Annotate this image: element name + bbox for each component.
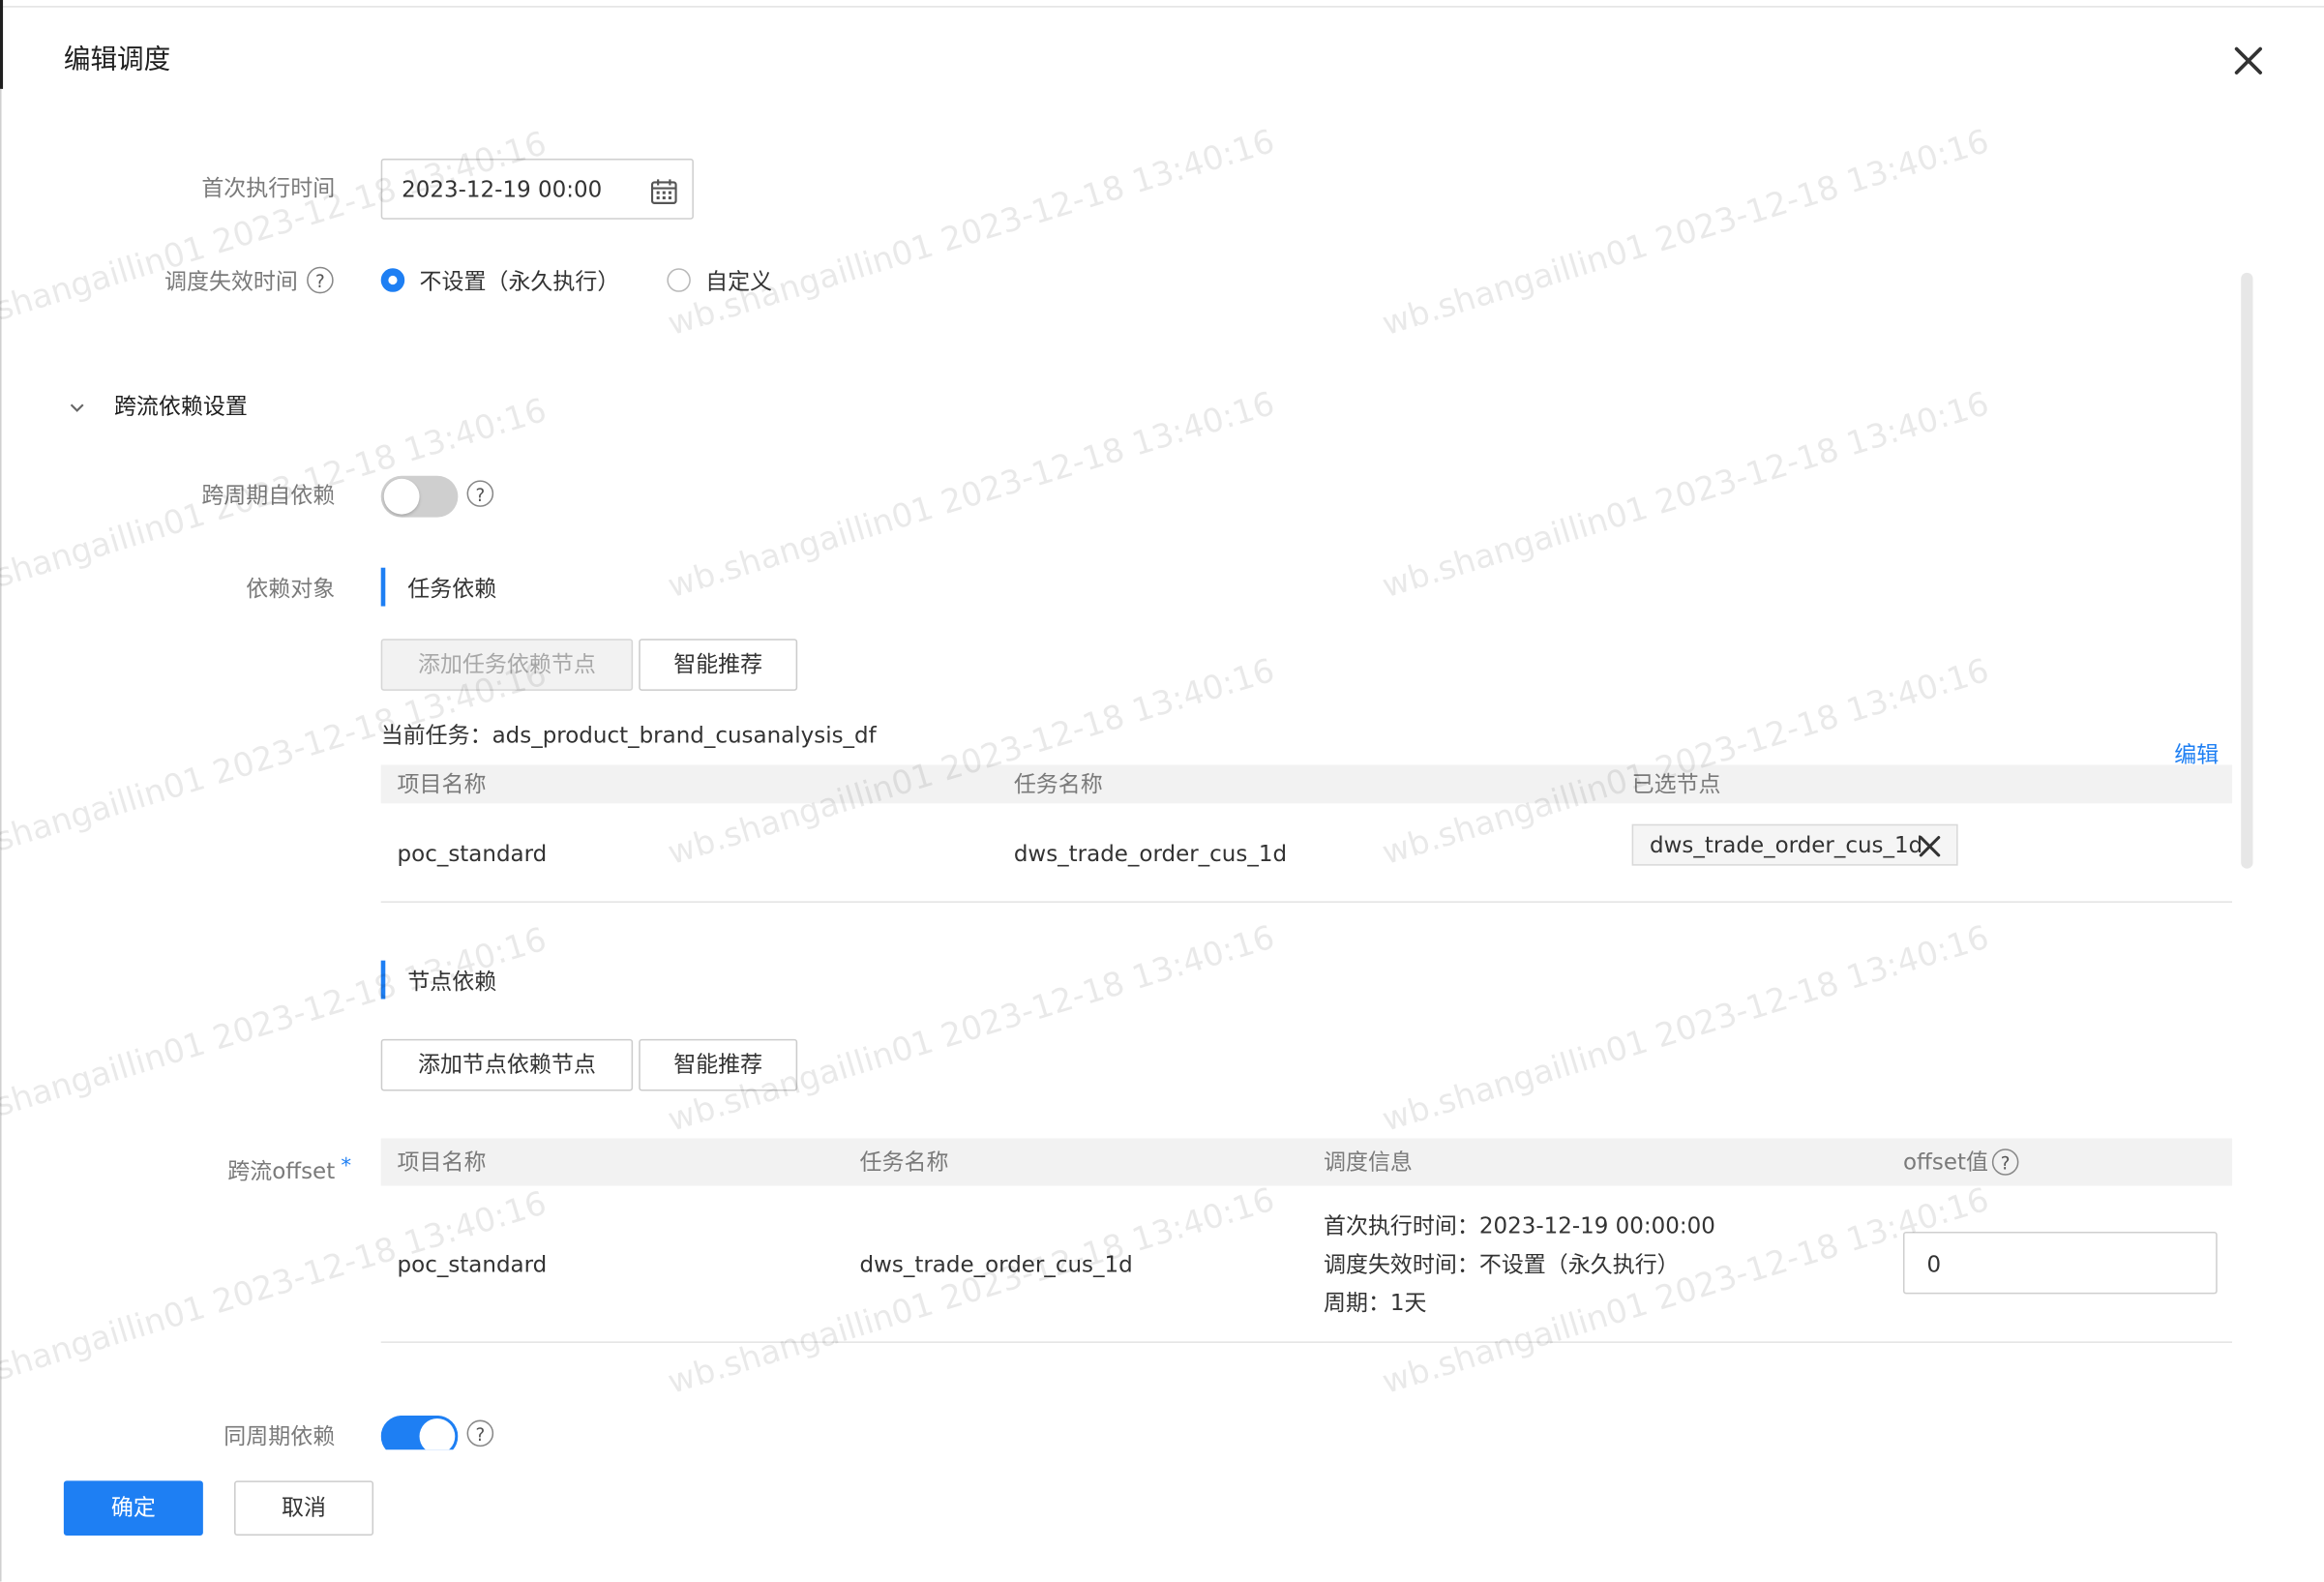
expire-option-custom-label: 自定义 [705,268,773,295]
watermark: wb.shangaillin01 2023-12-18 13:40:16 [1378,123,1994,344]
cross-cycle-label: 跨周期自依赖 [201,481,336,509]
divider [380,1341,2233,1343]
row-project: poc_standard [397,840,548,868]
add-node-dep-button[interactable]: 添加节点依赖节点 [380,1038,634,1091]
watermark: wb.shangaillin01 2023-12-18 13:40:16 [1378,919,1994,1140]
current-task: 当前任务：ads_product_brand_cusanalysis_df [380,722,877,749]
close-icon [2234,46,2262,75]
node-smart-recommend-button[interactable]: 智能推荐 [639,1038,798,1091]
expire-option-custom[interactable]: 自定义 [667,267,800,297]
cross-flow-title: 跨流依赖设置 [113,392,248,420]
header-task: 任务名称 [1013,770,1103,798]
offset-table-header: 项目名称 任务名称 调度信息 offset值 ? [380,1138,2233,1186]
row-info-cycle: 周期：1天 [1323,1289,1427,1317]
first-exec-label: 首次执行时间 [201,174,336,202]
watermark: wb.shangaillin01 2023-12-18 13:40:16 [1378,385,1994,607]
table-row: poc_standard dws_trade_order_cus_1d dws_… [381,803,2232,901]
same-cycle-label: 同周期依赖 [223,1422,336,1450]
chevron-down-icon[interactable] [67,398,87,418]
expire-option-permanent-label: 不设置（永久执行） [419,268,620,295]
node-dep-title: 节点依赖 [407,968,497,995]
switch-knob [383,478,420,515]
watermark: shangaillin01 2023-12-18 13:40:16 [0,921,551,1125]
task-dep-accent [380,567,386,607]
offset-label: 跨流offset [227,1157,336,1184]
header-selected-node: 已选节点 [1631,770,1721,798]
task-dep-title: 任务依赖 [407,575,497,602]
row-project: poc_standard [397,1250,548,1278]
offset-input-value: 0 [1926,1250,1942,1278]
first-exec-value: 2023-12-19 00:00 [402,176,603,203]
cancel-button[interactable]: 取消 [234,1480,374,1537]
watermark: shangaillin01 2023-12-18 13:40:16 [0,125,551,329]
scrollbar[interactable] [2241,272,2253,869]
top-divider [0,6,2324,8]
same-cycle-switch-clip [380,1415,459,1450]
header-project: 项目名称 [397,1149,487,1176]
first-exec-datepicker[interactable]: 2023-12-19 00:00 [380,158,694,220]
left-border [0,88,2,1582]
row-task: dws_trade_order_cus_1d [859,1250,1133,1278]
calendar-icon [650,179,677,204]
switch-knob [419,1418,456,1450]
question-circle-icon[interactable]: ? [466,1419,494,1448]
header-offset: offset值 [1902,1149,1988,1176]
node-dep-accent [380,960,386,1000]
ok-button[interactable]: 确定 [63,1480,203,1537]
table-row: poc_standard dws_trade_order_cus_1d 首次执行… [381,1186,2232,1342]
cross-cycle-switch[interactable] [380,475,459,518]
selected-node-tag: dws_trade_order_cus_1d [1631,823,1958,866]
task-dep-table-header: 项目名称 任务名称 已选节点 [380,764,2233,804]
question-circle-icon[interactable]: ? [466,480,494,507]
watermark: wb.shangaillin01 2023-12-18 13:40:16 [664,385,1279,607]
watermark: wb.shangaillin01 2023-12-18 13:40:16 [664,919,1279,1140]
required-mark: * [341,1154,352,1179]
header-schedule-info: 调度信息 [1323,1149,1413,1176]
question-circle-icon[interactable]: ? [307,266,334,294]
selected-node-tag-label: dws_trade_order_cus_1d [1650,831,1923,858]
watermark: wb.shangaillin01 2023-12-18 13:40:16 [664,123,1279,344]
x-icon[interactable] [1917,833,1944,860]
dep-target-label: 依赖对象 [246,575,336,602]
close-button[interactable] [2227,40,2269,81]
add-task-dep-button[interactable]: 添加任务依赖节点 [380,639,634,691]
row-info-first-exec: 首次执行时间：2023-12-19 00:00:00 [1323,1212,1715,1239]
radio-permanent[interactable] [380,268,405,292]
row-task: dws_trade_order_cus_1d [1013,840,1288,868]
offset-input[interactable]: 0 [1902,1232,2218,1295]
header-task: 任务名称 [859,1149,949,1176]
dialog-title: 编辑调度 [63,44,171,76]
question-circle-icon[interactable]: ? [1991,1149,2019,1176]
divider [380,901,2233,903]
expire-label: 调度失效时间 [164,268,298,295]
expire-option-permanent[interactable]: 不设置（永久执行） [380,267,633,297]
same-cycle-switch[interactable] [380,1415,459,1450]
left-accent [0,0,4,89]
task-smart-recommend-button[interactable]: 智能推荐 [639,639,798,691]
header-project: 项目名称 [397,770,487,798]
radio-custom[interactable] [667,268,691,292]
row-info-expire: 调度失效时间：不设置（永久执行） [1323,1250,1680,1278]
